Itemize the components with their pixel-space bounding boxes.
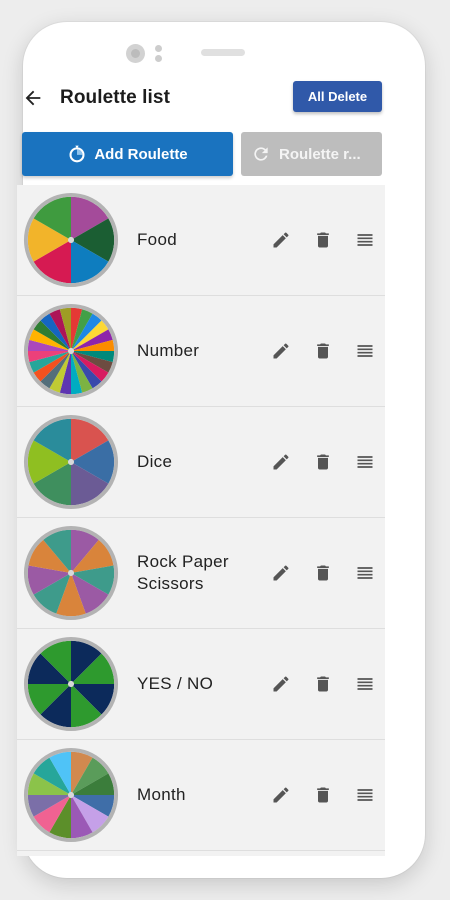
roulette-name: Dice — [137, 452, 173, 471]
drag-handle-icon[interactable] — [355, 452, 375, 472]
roulette-wheel-icon — [23, 636, 119, 732]
roulette-name: Month — [137, 785, 186, 804]
camera — [126, 44, 145, 63]
trash-icon[interactable] — [313, 341, 333, 361]
trash-icon[interactable] — [313, 452, 333, 472]
pencil-icon[interactable] — [271, 341, 291, 361]
roulette-wheel-icon — [23, 192, 119, 288]
arrow-left-icon[interactable] — [22, 87, 44, 109]
trash-icon[interactable] — [313, 674, 333, 694]
app-bar: Roulette list All Delete — [18, 78, 384, 118]
roulette-row[interactable]: Food — [17, 185, 385, 296]
roulette-row[interactable]: Dice — [17, 407, 385, 518]
drag-handle-icon[interactable] — [355, 563, 375, 583]
sensor — [155, 45, 162, 52]
roulette-row[interactable]: Month — [17, 740, 385, 851]
roulette-list: Food Number Dice Rock Paper Scissors YES / N… — [17, 185, 385, 856]
roulette-name: YES / NO — [137, 674, 214, 693]
roulette-wheel-icon — [23, 303, 119, 399]
add-roulette-label: Add Roulette — [94, 145, 188, 163]
roulette-name: Food — [137, 230, 177, 249]
all-delete-button[interactable]: All Delete — [293, 81, 382, 112]
pencil-icon[interactable] — [271, 230, 291, 250]
add-roulette-button[interactable]: Add Roulette — [22, 132, 233, 176]
pencil-icon[interactable] — [271, 785, 291, 805]
action-buttons: Add Roulette Roulette r... — [22, 132, 382, 177]
drag-handle-icon[interactable] — [355, 785, 375, 805]
roulette-row[interactable]: Rock Paper Scissors — [17, 518, 385, 629]
drag-handle-icon[interactable] — [355, 230, 375, 250]
roulette-wheel-icon — [23, 414, 119, 510]
roulette-wheel-icon — [23, 525, 119, 621]
refresh-icon — [254, 147, 268, 161]
trash-icon[interactable] — [313, 230, 333, 250]
trash-icon[interactable] — [313, 785, 333, 805]
pencil-icon[interactable] — [271, 563, 291, 583]
roulette-wheel-icon — [23, 747, 119, 843]
reset-roulette-button[interactable]: Roulette r... — [241, 132, 382, 176]
sensor — [155, 55, 162, 62]
page-title: Roulette list — [60, 87, 171, 108]
speaker — [201, 49, 245, 56]
trash-icon[interactable] — [313, 563, 333, 583]
roulette-row[interactable]: YES / NO — [17, 629, 385, 740]
roulette-name: Rock Paper Scissors — [137, 552, 229, 593]
roulette-name: Number — [137, 341, 200, 360]
roulette-row[interactable]: Number — [17, 296, 385, 407]
drag-handle-icon[interactable] — [355, 674, 375, 694]
pencil-icon[interactable] — [271, 452, 291, 472]
roulette-add-icon — [69, 145, 85, 163]
pencil-icon[interactable] — [271, 674, 291, 694]
drag-handle-icon[interactable] — [355, 341, 375, 361]
reset-roulette-label: Roulette r... — [279, 145, 361, 163]
